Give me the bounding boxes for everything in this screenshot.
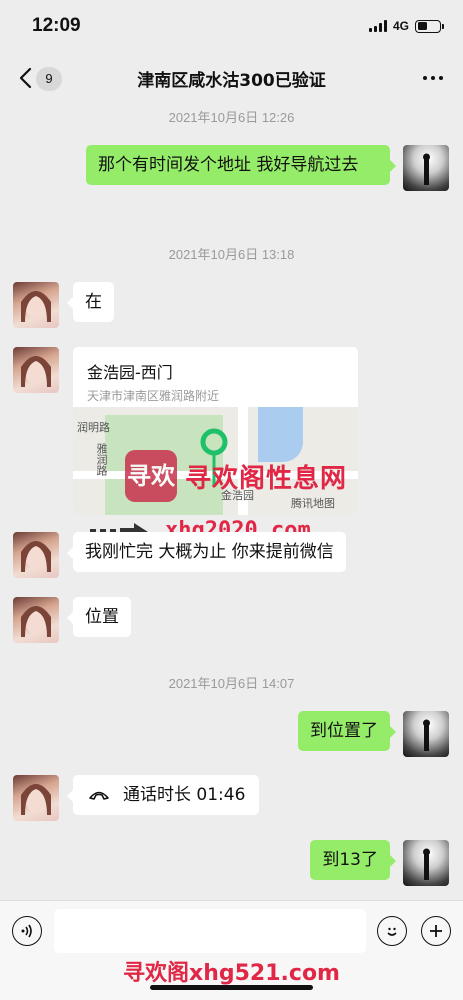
- message-timestamp: 2021年10月6日 14:07: [168, 676, 295, 691]
- my-avatar[interactable]: [403, 711, 449, 757]
- contact-avatar[interactable]: [13, 347, 59, 393]
- message-bubble-received[interactable]: 位置: [67, 597, 131, 637]
- add-more-icon[interactable]: [421, 916, 451, 946]
- message-timestamp: 2021年10月6日 13:18: [168, 247, 295, 262]
- voice-input-icon[interactable]: [12, 916, 42, 946]
- battery-icon: [415, 19, 444, 33]
- message-bubble-received[interactable]: 在: [67, 282, 114, 322]
- my-avatar[interactable]: [403, 145, 449, 191]
- location-title: 金浩园-西门: [87, 363, 173, 382]
- home-indicator: [150, 985, 313, 990]
- message-bubble-sent[interactable]: 到位置了: [298, 711, 396, 751]
- location-address: 天津市津南区雅润路附近: [87, 389, 220, 403]
- unread-badge[interactable]: 9: [36, 67, 62, 91]
- map-road-label: 雅润路: [95, 443, 108, 476]
- status-bar: 12:09 4G: [0, 0, 463, 52]
- message-bubble-sent[interactable]: 到13了: [310, 840, 396, 880]
- emoji-icon[interactable]: [377, 916, 407, 946]
- chat-title: 津南区咸水沽300已验证: [137, 71, 326, 91]
- message-bubble-sent[interactable]: 那个有时间发个地址 我好导航过去: [86, 145, 396, 185]
- contact-avatar[interactable]: [13, 597, 59, 643]
- contact-avatar[interactable]: [13, 775, 59, 821]
- message-input[interactable]: [54, 909, 366, 953]
- call-record-bubble[interactable]: 通话时长 01:46: [66, 775, 260, 815]
- watermark-logo: 寻欢: [125, 450, 177, 502]
- status-time: 12:09: [32, 15, 81, 36]
- network-type: 4G: [392, 19, 409, 33]
- my-avatar[interactable]: [403, 840, 449, 886]
- watermark: 寻欢 寻欢阁性息网: [125, 450, 347, 502]
- map-road-label: 润明路: [77, 421, 110, 434]
- watermark-title: 寻欢阁性息网: [185, 463, 348, 494]
- contact-avatar[interactable]: [13, 282, 59, 328]
- message-timestamp: 2021年10月6日 12:26: [168, 110, 295, 125]
- watermark-bottom: 寻欢阁xhg521.com: [123, 961, 340, 986]
- status-indicators: 4G: [368, 19, 444, 33]
- contact-avatar[interactable]: [13, 532, 59, 578]
- call-duration: 通话时长 01:46: [123, 785, 246, 805]
- message-bubble-received[interactable]: 我刚忙完 大概为止 你来提前微信: [67, 532, 346, 572]
- back-arrow-icon[interactable]: [16, 66, 38, 90]
- signal-icon: [368, 20, 387, 32]
- chat-header: 9 津南区咸水沽300已验证: [0, 52, 463, 104]
- more-options-icon[interactable]: [423, 76, 443, 80]
- phone-icon: [89, 791, 109, 800]
